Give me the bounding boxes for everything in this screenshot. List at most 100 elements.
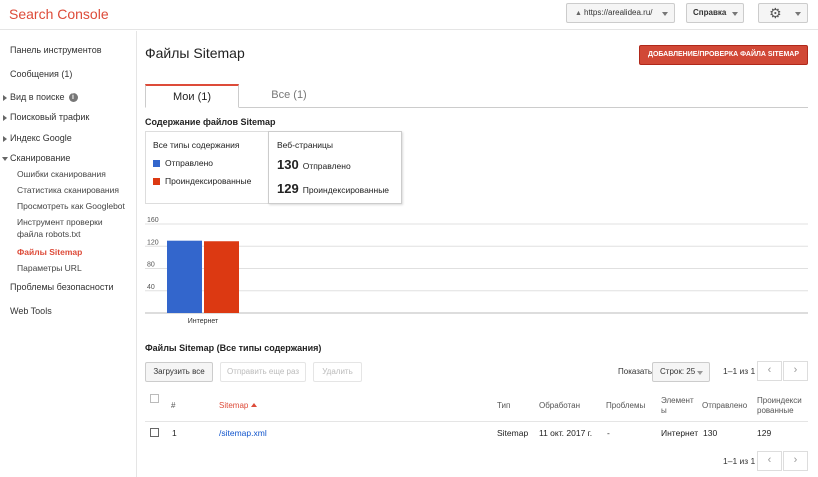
column-header-type[interactable]: Тип [497,401,510,411]
delete-button[interactable]: Удалить [313,362,362,382]
rows-per-page-value: Строк: 25 [660,367,696,376]
legend-label: Отправлено [165,158,213,168]
bar-indexed [204,241,239,313]
rows-per-page-select[interactable]: Строк: 25 [652,362,710,382]
page-title: Файлы Sitemap [145,45,245,61]
chevron-down-icon [795,12,801,16]
sort-ascending-icon [251,403,258,407]
content-type-legend[interactable]: Все типы содержания Отправлено Проиндекс… [145,131,270,204]
sidebar-item-search-traffic[interactable]: Поисковый трафик [2,112,89,122]
app-title[interactable]: Search Console [9,6,109,22]
cell-number: 1 [172,428,177,438]
gear-icon: ⚙ [769,5,782,21]
lock-icon: ▲ [575,10,582,17]
sidebar-subitem-url-parameters[interactable]: Параметры URL [17,263,82,274]
column-header-sitemap[interactable]: Sitemap [219,401,258,411]
sitemaps-table-title: Файлы Sitemap (Все типы содержания) [145,343,322,353]
show-label: Показать [618,367,653,376]
sidebar-item-security-issues[interactable]: Проблемы безопасности [10,282,114,292]
pagination-text: 1–1 из 1 [723,366,756,376]
column-header-number: # [171,401,176,410]
content-section-title: Содержание файлов Sitemap [145,117,276,127]
sidebar-subitem-robots-tester-line2[interactable]: файла robots.txt [17,229,80,240]
bar-submitted [167,240,202,313]
sidebar-subitem-crawl-errors[interactable]: Ошибки сканирования [17,169,106,180]
chevron-down-icon [732,12,738,16]
web-pages-stats: Веб-страницы 130 Отправлено 129 Проиндекси… [268,131,402,204]
y-tick-label: 80 [147,262,155,269]
next-page-button[interactable]: › [783,361,808,381]
cell-indexed: 129 [757,428,772,438]
sidebar-item-crawl[interactable]: Сканирование [1,153,70,163]
tab-bar: Мои (1) Все (1) [145,84,808,108]
resubmit-button[interactable]: Отправить еще раз [220,362,306,382]
sidebar-item-messages[interactable]: Сообщения (1) [10,69,72,79]
cell-items: Интернет [661,428,699,438]
row-checkbox[interactable] [150,428,159,437]
sidebar-subitem-fetch-as-googlebot[interactable]: Просмотреть как Googlebot [17,201,125,212]
legend-swatch-submitted [153,160,160,167]
chevron-left-icon: ‹ [767,454,772,466]
cell-issues: - [607,428,610,438]
column-header-submitted[interactable]: Отправлено [702,401,747,411]
chevron-left-icon: ‹ [767,364,772,376]
legend-item-submitted: Отправлено [153,158,213,168]
column-header-items[interactable]: Элемент ы [661,396,694,416]
site-url: https://arealidea.ru/ [584,8,653,17]
column-header-issues[interactable]: Проблемы [606,401,645,411]
chevron-down-icon [697,371,703,375]
stats-submitted: 130 Отправлено [277,157,351,172]
column-header-label: рованные [757,406,794,415]
column-header-processed[interactable]: Обработан [539,401,580,411]
sidebar-item-search-appearance[interactable]: Вид в поиске i [3,92,78,103]
chevron-down-icon [662,12,668,16]
cell-sitemap-link[interactable]: /sitemap.xml [219,428,267,438]
select-all-checkbox[interactable] [150,394,159,403]
previous-page-button[interactable]: ‹ [757,361,782,381]
load-all-button[interactable]: Загрузить все [145,362,213,382]
site-selector[interactable]: ▲ https://arealidea.ru/ [566,3,675,23]
settings-button[interactable]: ⚙ [758,3,808,23]
cell-submitted: 130 [703,428,718,438]
cell-type: Sitemap [497,428,529,438]
submitted-label: Отправлено [302,161,351,171]
stats-heading: Веб-страницы [277,140,334,150]
pagination-text-bottom: 1–1 из 1 [723,456,756,466]
y-tick-label: 40 [147,284,155,291]
submitted-count: 130 [277,157,299,172]
sitemap-content-chart: 40 80 120 160 Интернет [145,217,808,325]
legend-item-indexed: Проиндексированные [153,176,251,186]
help-label: Справка [693,8,727,17]
sidebar-subitem-sitemaps[interactable]: Файлы Sitemap [17,247,82,258]
stats-indexed: 129 Проиндексированные [277,181,389,196]
column-header-label: ы [661,406,667,415]
legend-heading: Все типы содержания [153,140,240,150]
sidebar-item-web-tools[interactable]: Web Tools [10,306,52,316]
sidebar-item-label: Вид в поиске [10,92,65,102]
legend-label: Проиндексированные [165,176,252,186]
sidebar-item-dashboard[interactable]: Панель инструментов [10,45,102,55]
info-icon[interactable]: i [68,93,78,103]
indexed-label: Проиндексированные [302,185,390,195]
tab-mine[interactable]: Мои (1) [145,84,239,108]
add-test-sitemap-button[interactable]: ДОБАВЛЕНИЕ/ПРОВЕРКА ФАЙЛА SITEMAP [639,45,808,65]
chevron-right-icon: › [793,454,798,466]
cell-processed: 11 окт. 2017 г. [539,428,593,438]
sidebar-subitem-crawl-stats[interactable]: Статистика сканирования [17,185,119,196]
table-divider [145,421,808,422]
column-header-label: Элемент [661,396,694,405]
indexed-count: 129 [277,181,299,196]
previous-page-button-bottom[interactable]: ‹ [757,451,782,471]
top-bar: Search Console ▲ https://arealidea.ru/ Сп… [0,0,818,30]
chevron-right-icon: › [793,364,798,376]
column-header-label: Проиндекси [757,396,802,405]
next-page-button-bottom[interactable]: › [783,451,808,471]
x-tick-label: Интернет [188,318,219,325]
sidebar-subitem-robots-tester[interactable]: Инструмент проверки [17,217,103,228]
tab-all[interactable]: Все (1) [242,84,336,108]
help-button[interactable]: Справка [686,3,744,23]
y-tick-label: 160 [147,217,159,224]
column-header-indexed[interactable]: Проиндекси рованные [757,396,802,416]
sidebar-item-google-index[interactable]: Индекс Google [3,133,72,143]
sidebar: Панель инструментов Сообщения (1) Вид в … [0,31,137,477]
